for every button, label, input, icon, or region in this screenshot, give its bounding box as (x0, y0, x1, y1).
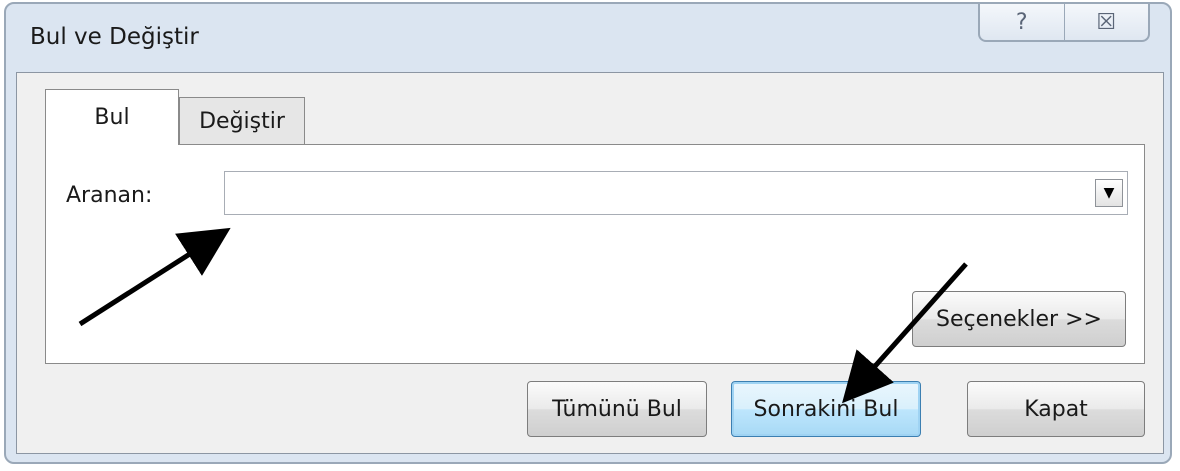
window-title: Bul ve Değiştir (30, 24, 199, 50)
close-icon: ☒ (1096, 9, 1117, 35)
find-tab-panel: Aranan: ▼ Seçenekler >> (45, 144, 1145, 364)
tab-replace[interactable]: Değiştir (179, 97, 305, 145)
help-button[interactable]: ? (980, 4, 1064, 40)
dialog-client-area: Bul Değiştir Aranan: ▼ Seçenekler >> Tüm… (16, 72, 1164, 454)
find-what-label: Aranan: (66, 183, 153, 208)
help-icon: ? (1015, 9, 1028, 35)
close-window-button[interactable]: ☒ (1063, 4, 1149, 40)
tab-find-label: Bul (94, 105, 130, 130)
tab-find[interactable]: Bul (45, 89, 179, 145)
find-what-dropdown-button[interactable]: ▼ (1095, 179, 1123, 207)
find-all-button[interactable]: Tümünü Bul (527, 381, 707, 437)
options-button[interactable]: Seçenekler >> (912, 291, 1126, 347)
window-controls: ? ☒ (978, 4, 1150, 42)
close-button[interactable]: Kapat (967, 381, 1145, 437)
find-what-combobox[interactable]: ▼ (224, 171, 1128, 215)
tab-replace-label: Değiştir (199, 109, 285, 134)
chevron-down-icon: ▼ (1103, 185, 1115, 201)
find-replace-dialog: Bul ve Değiştir ? ☒ Bul Değiştir Aranan:… (4, 2, 1172, 464)
find-next-button[interactable]: Sonrakini Bul (731, 381, 921, 437)
